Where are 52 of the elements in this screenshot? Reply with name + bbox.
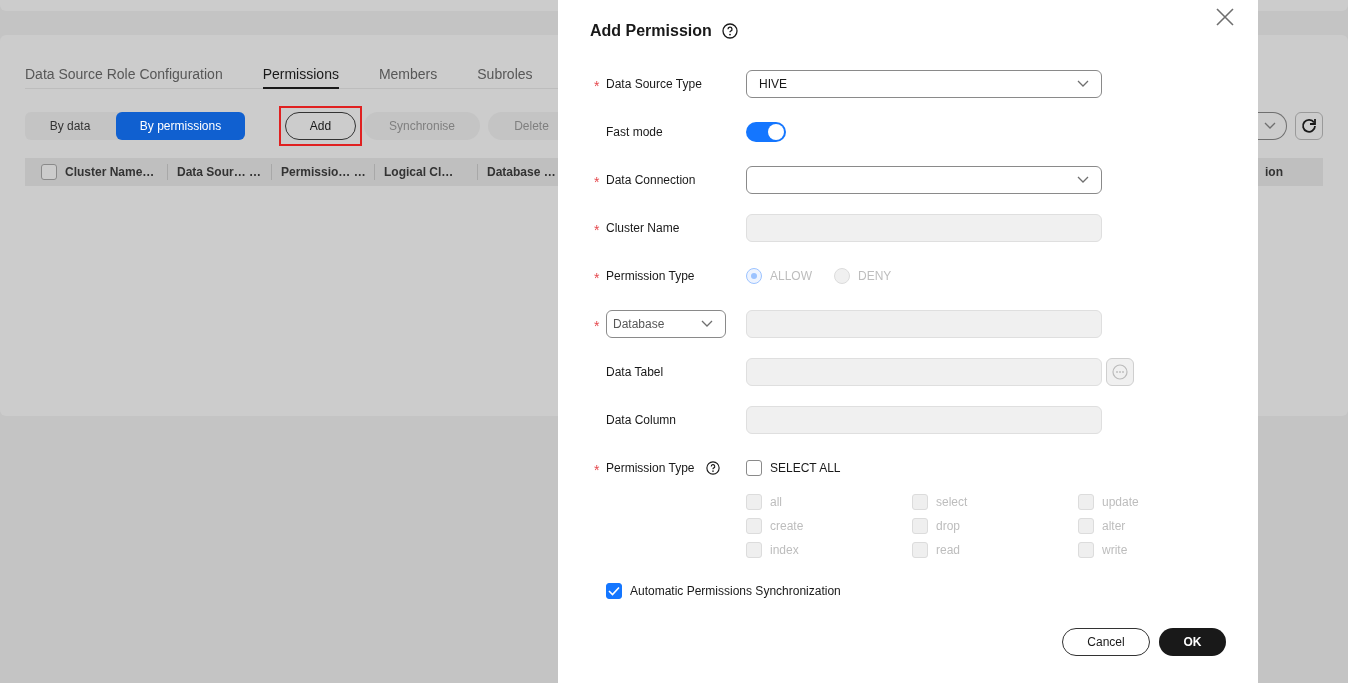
required-mark: *	[593, 461, 601, 477]
refresh-icon	[1301, 118, 1317, 134]
chevron-down-icon	[1077, 80, 1089, 88]
select-field[interactable]	[746, 166, 1102, 194]
column-header: Data Sour… …	[177, 164, 261, 181]
field-label: Cluster Name	[606, 220, 680, 237]
ok-button[interactable]: OK	[1159, 628, 1226, 656]
field-label: Data Tabel	[606, 364, 664, 381]
field-label: Data Source Type	[606, 76, 702, 93]
column-header: ion	[1265, 164, 1283, 181]
tab[interactable]: Data Source Role Configuration	[25, 61, 223, 89]
select-value: Database	[613, 316, 666, 333]
cancel-button[interactable]: Cancel	[1062, 628, 1150, 656]
tab[interactable]: Members	[378, 61, 438, 89]
close-button[interactable]	[1216, 8, 1234, 26]
chevron-down-icon	[1264, 122, 1276, 130]
select-value: HIVE	[759, 76, 788, 93]
toolbar-button: Synchronise	[364, 112, 480, 140]
toggle-option[interactable]: By data	[25, 112, 115, 140]
help-icon[interactable]	[706, 461, 721, 475]
more-icon	[1112, 364, 1128, 380]
toggle-option[interactable]: By permissions	[116, 112, 245, 140]
tab[interactable]: Subroles	[477, 61, 533, 89]
column-header: Permissio… …	[281, 164, 366, 181]
field-label: Data Connection	[606, 172, 696, 189]
required-mark: *	[593, 317, 601, 333]
refresh-button[interactable]	[1295, 112, 1323, 140]
toggle-switch[interactable]	[746, 122, 786, 142]
required-mark: *	[593, 269, 601, 285]
more-button[interactable]	[1106, 358, 1134, 386]
column-header: Cluster Name…	[65, 164, 155, 181]
close-icon	[1216, 8, 1234, 26]
checkbox-label: Automatic Permissions Synchronization	[630, 583, 841, 600]
field-label: Permission Type	[606, 268, 695, 285]
column-header: Database …	[487, 164, 556, 181]
checkbox[interactable]	[41, 164, 57, 180]
checkbox[interactable]	[746, 460, 762, 476]
help-icon[interactable]	[721, 23, 738, 39]
field-label: Data Column	[606, 412, 677, 429]
checkbox[interactable]	[606, 583, 622, 599]
field-label: Fast mode	[606, 124, 663, 141]
chevron-down-icon	[1077, 176, 1089, 184]
required-mark: *	[593, 77, 601, 93]
checkbox-option[interactable]: SELECT ALL	[746, 454, 1178, 482]
drawer-title: Add Permission	[590, 21, 712, 41]
required-mark: *	[593, 221, 601, 237]
chevron-down-icon	[701, 320, 713, 328]
column-header: Logical Cl…	[384, 164, 454, 181]
field-label: Permission Type	[606, 460, 695, 477]
select-field[interactable]: HIVE	[746, 70, 1102, 98]
tab[interactable]: Permissions	[262, 61, 339, 89]
required-mark: *	[593, 173, 601, 189]
